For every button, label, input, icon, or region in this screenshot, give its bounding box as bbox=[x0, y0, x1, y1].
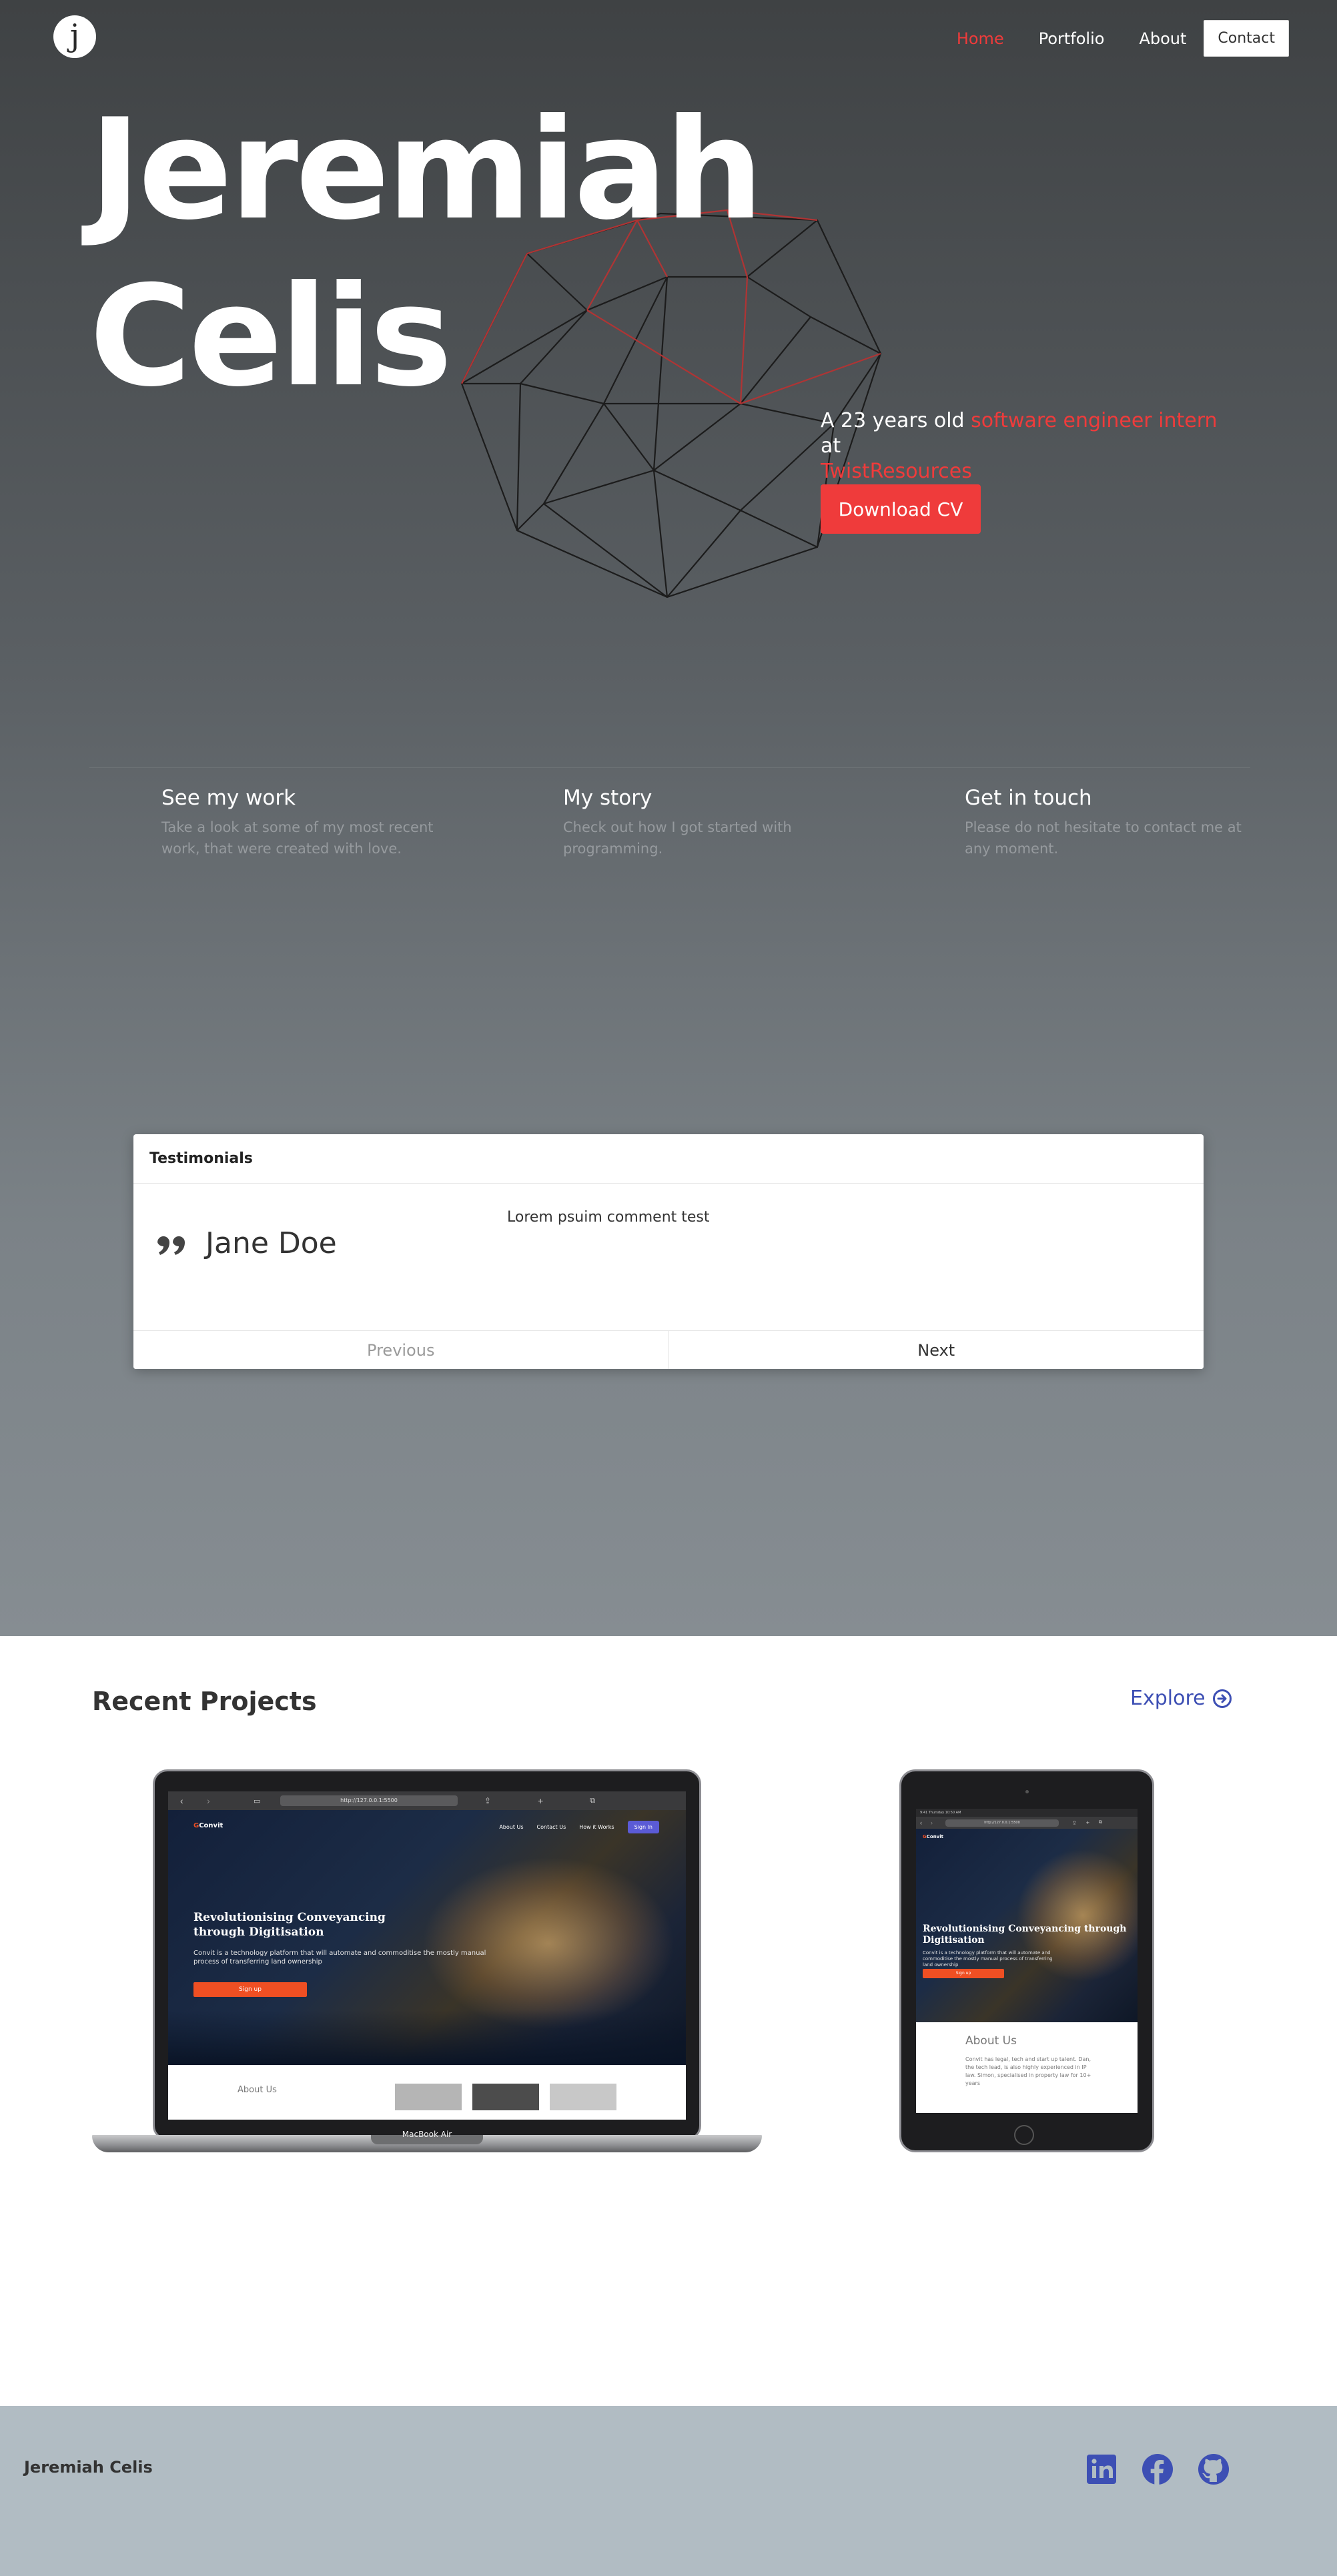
explore-link[interactable]: Explore bbox=[1130, 1687, 1232, 1710]
nav-portfolio-link[interactable]: Portfolio bbox=[1039, 29, 1105, 48]
previous-button[interactable]: Previous bbox=[133, 1331, 669, 1369]
forward-icon: › bbox=[207, 1795, 210, 1806]
testimonial-author: Jane Doe bbox=[205, 1226, 337, 1260]
tablet-browser-toolbar: ‹ › http://127.0.0.1:5500 ⇪ + ⧉ bbox=[916, 1817, 1138, 1829]
linkedin-icon[interactable] bbox=[1085, 2453, 1118, 2486]
tablet-screen: 9:41 Thursday 10:50 AM ‹ › http://127.0.… bbox=[916, 1809, 1138, 2113]
share-icon: ⇪ bbox=[1072, 1819, 1077, 1826]
hero-name: Jeremiah Celis bbox=[89, 87, 764, 420]
site-text: Convit is a technology platform that wil… bbox=[193, 1950, 486, 1966]
hero-name-line2: Celis bbox=[89, 256, 452, 418]
tagline-prefix: A 23 years old bbox=[821, 409, 965, 432]
browser-toolbar: ‹ › ▭ http://127.0.0.1:5500 ⇪ + ⧉ bbox=[168, 1791, 686, 1810]
feature-my-story[interactable]: My story Check out how I got started wit… bbox=[563, 786, 857, 859]
laptop-lid: ‹ › ▭ http://127.0.0.1:5500 ⇪ + ⧉ GConvi… bbox=[153, 1769, 701, 2140]
testimonial-body: Jane Doe Lorem psuim comment test bbox=[133, 1184, 1204, 1330]
share-icon: ⇪ bbox=[484, 1796, 492, 1805]
site-logo: GConvit bbox=[923, 1834, 943, 1839]
forward-icon: › bbox=[931, 1819, 933, 1826]
house-photo bbox=[422, 1857, 675, 2030]
nav-home-link[interactable]: Home bbox=[957, 29, 1004, 48]
tablet-site-hero: GConvit Revolutionising Conveyancing thr… bbox=[916, 1829, 1138, 2022]
tablet-camera bbox=[1025, 1790, 1029, 1793]
hero-tagline: A 23 years old software engineer intern … bbox=[821, 408, 1234, 484]
laptop-project-mockup[interactable]: ‹ › ▭ http://127.0.0.1:5500 ⇪ + ⧉ GConvi… bbox=[92, 1769, 762, 2154]
site-about-heading: About Us bbox=[965, 2034, 1017, 2048]
water-reflection bbox=[168, 2010, 686, 2065]
site-about-text: Convit has legal, tech and start up tale… bbox=[965, 2056, 1091, 2086]
site-heading: Revolutionising Conveyancing through Dig… bbox=[193, 1911, 386, 1939]
tablet-status-bar: 9:41 Thursday 10:50 AM bbox=[916, 1809, 1138, 1817]
tablet-home-button bbox=[1014, 2125, 1034, 2145]
back-icon: ‹ bbox=[920, 1819, 922, 1826]
tabs-icon: ⧉ bbox=[590, 1796, 596, 1805]
nav-about-link[interactable]: About bbox=[1139, 29, 1186, 48]
next-button[interactable]: Next bbox=[668, 1331, 1204, 1369]
nav-contact-button[interactable]: Contact bbox=[1204, 20, 1289, 57]
site-hero: GConvit About Us Contact Us How it Works… bbox=[168, 1810, 686, 2065]
explore-label: Explore bbox=[1130, 1687, 1206, 1710]
tagline-at: at bbox=[821, 434, 841, 458]
tablet-url-bar: http://127.0.0.1:5500 bbox=[945, 1819, 1059, 1827]
back-icon: ‹ bbox=[180, 1795, 183, 1806]
recent-projects-title: Recent Projects bbox=[92, 1687, 317, 1716]
testimonial-comment: Lorem psuim comment test bbox=[507, 1209, 710, 1226]
facebook-icon[interactable] bbox=[1141, 2453, 1174, 2486]
main-nav: Home Portfolio About Contact bbox=[922, 20, 1289, 57]
site-logo: GConvit bbox=[193, 1822, 224, 1829]
feature-title: See my work bbox=[161, 786, 296, 810]
testimonials-title: Testimonials bbox=[149, 1150, 253, 1167]
tagline-company: TwistResources bbox=[821, 460, 972, 483]
tagline-role: software engineer intern bbox=[971, 409, 1218, 432]
site-footer: Jeremiah Celis bbox=[0, 2406, 1337, 2576]
feature-see-my-work[interactable]: See my work Take a look at some of my mo… bbox=[161, 786, 455, 859]
laptop-screen: ‹ › ▭ http://127.0.0.1:5500 ⇪ + ⧉ GConvi… bbox=[168, 1791, 686, 2120]
feature-text: Check out how I got started with program… bbox=[563, 819, 792, 857]
site-text: Convit is a technology platform that wil… bbox=[923, 1950, 1053, 1968]
sidebar-icon: ▭ bbox=[254, 1797, 261, 1805]
feature-text: Please do not hesitate to contact me at … bbox=[965, 819, 1242, 857]
site-about-heading: About Us bbox=[238, 2085, 277, 2095]
feature-title: My story bbox=[563, 786, 652, 810]
testimonials-card: Testimonials Jane Doe Lorem psuim commen… bbox=[133, 1134, 1204, 1369]
feature-text: Take a look at some of my most recent wo… bbox=[161, 819, 434, 857]
testimonials-header: Testimonials bbox=[133, 1134, 1204, 1184]
site-signup-button: Sign up bbox=[193, 1982, 307, 1997]
site-nav: About Us Contact Us How it Works Sign In bbox=[486, 1821, 659, 1833]
laptop-model-label: MacBook Air bbox=[402, 2130, 452, 2139]
features-divider bbox=[89, 767, 1250, 768]
testimonial-pagination: Previous Next bbox=[133, 1330, 1204, 1369]
site-team-photo bbox=[395, 2084, 462, 2110]
hero-section: j Home Portfolio About Contact Jeremiah … bbox=[0, 0, 1337, 1636]
logo-letter: j bbox=[69, 17, 80, 53]
site-logo[interactable]: j bbox=[53, 15, 96, 58]
site-signup-button: Sign up bbox=[923, 1969, 1004, 1978]
download-cv-button[interactable]: Download CV bbox=[821, 484, 981, 534]
footer-name: Jeremiah Celis bbox=[24, 2458, 153, 2477]
hero-name-line1: Jeremiah bbox=[89, 89, 764, 251]
new-tab-icon: + bbox=[1085, 1819, 1089, 1826]
feature-get-in-touch[interactable]: Get in touch Please do not hesitate to c… bbox=[965, 786, 1258, 859]
site-heading: Revolutionising Conveyancing through Dig… bbox=[923, 1923, 1127, 1946]
new-tab-icon: + bbox=[538, 1795, 544, 1806]
site-team-photo bbox=[472, 2084, 539, 2110]
github-icon[interactable] bbox=[1197, 2453, 1230, 2486]
site-team-photo bbox=[550, 2084, 616, 2110]
feature-title: Get in touch bbox=[965, 786, 1092, 810]
quote-icon bbox=[157, 1236, 185, 1255]
tabs-icon: ⧉ bbox=[1098, 1820, 1102, 1825]
tablet-project-mockup[interactable]: 9:41 Thursday 10:50 AM ‹ › http://127.0.… bbox=[899, 1769, 1154, 2152]
arrow-circle-right-icon bbox=[1212, 1689, 1232, 1708]
browser-url-bar: http://127.0.0.1:5500 bbox=[280, 1795, 458, 1806]
